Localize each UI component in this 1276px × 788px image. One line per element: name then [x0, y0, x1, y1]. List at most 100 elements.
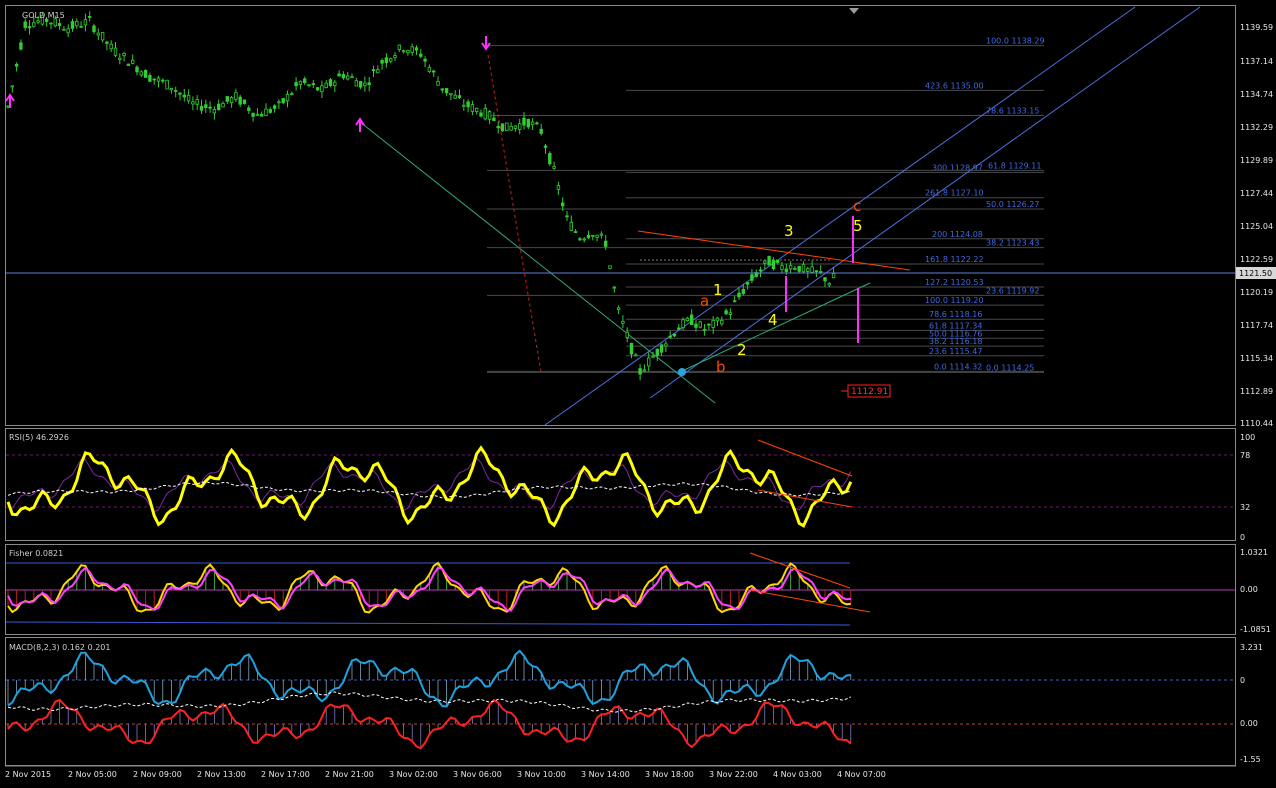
candle: [599, 233, 604, 236]
fib-label: 38.2 1116.18: [929, 337, 982, 346]
candle: [315, 87, 320, 91]
candle: [543, 145, 548, 148]
candle: [19, 42, 23, 50]
candle: [578, 238, 582, 241]
candle: [199, 105, 204, 111]
macd-label: MACD(8,2,3) 0.162 0.201: [9, 643, 110, 652]
candle: [621, 320, 625, 324]
price-tick: 1129.89: [1240, 156, 1273, 165]
wave-label-2: 2: [737, 341, 747, 359]
candle: [788, 265, 793, 270]
candle: [457, 95, 462, 98]
candle: [221, 102, 225, 108]
fisher-tick: 0.00: [1240, 585, 1258, 594]
candle: [350, 76, 354, 79]
macd-tick: 0: [1240, 676, 1245, 685]
candle: [212, 109, 217, 114]
candle: [737, 292, 741, 298]
candle: [797, 265, 801, 272]
candle: [328, 79, 333, 86]
candle: [195, 99, 199, 105]
candle: [707, 323, 711, 326]
candle: [242, 99, 247, 104]
candle: [130, 59, 135, 64]
main-price-panel[interactable]: [5, 5, 1236, 426]
trading-chart[interactable]: 100.0 1138.29423.6 1135.0078.6 1133.1530…: [0, 0, 1276, 788]
macd-panel[interactable]: [5, 637, 1236, 766]
candle: [70, 21, 75, 29]
candle: [776, 259, 780, 263]
price-tick: 1134.74: [1240, 90, 1273, 99]
candle: [595, 234, 599, 238]
candle: [548, 153, 552, 165]
wave-label-1: 1: [713, 281, 723, 299]
candle: [247, 107, 251, 111]
low-marker: [678, 368, 686, 376]
fib-label: 423.6 1135.00: [925, 81, 984, 90]
candle: [118, 57, 122, 60]
candle: [552, 166, 556, 169]
candle: [625, 331, 629, 338]
candle: [178, 92, 182, 95]
price-tick: 1120.19: [1240, 288, 1273, 297]
price-tick: 1122.59: [1240, 255, 1273, 264]
wave-label-a: a: [700, 292, 709, 310]
candle: [604, 240, 608, 247]
wave-label-c: c: [853, 197, 861, 215]
candle: [715, 317, 720, 322]
time-tick: 2 Nov 21:00: [325, 770, 374, 779]
candle: [690, 314, 694, 325]
candle: [801, 263, 806, 273]
candle: [105, 41, 109, 44]
time-tick: 2 Nov 05:00: [68, 770, 117, 779]
fib-label: 23.6 1119.92: [986, 286, 1039, 295]
fib-label: 50.0 1126.27: [986, 200, 1039, 209]
candle: [358, 81, 363, 88]
candle: [629, 342, 634, 355]
candle: [290, 93, 294, 96]
candle: [27, 26, 32, 29]
fisher-label: Fisher 0.0821: [9, 549, 63, 558]
time-tick: 3 Nov 06:00: [453, 770, 502, 779]
candle: [62, 28, 66, 31]
candle: [264, 108, 268, 117]
candle: [819, 271, 823, 273]
candle: [152, 78, 156, 81]
candle: [113, 47, 118, 56]
candle: [298, 80, 303, 86]
candle: [462, 104, 466, 107]
candle: [638, 368, 642, 375]
price-tick: 1112.89: [1240, 387, 1273, 396]
price-tick: 1110.44: [1240, 419, 1273, 428]
fib-label: 78.6 1133.15: [986, 107, 1039, 116]
candle: [677, 327, 681, 330]
candle: [505, 122, 509, 132]
candle: [651, 355, 655, 358]
candle: [565, 215, 569, 218]
time-tick: 4 Nov 07:00: [837, 770, 886, 779]
candle: [88, 16, 92, 18]
candle: [307, 84, 311, 87]
symbol-label: GOLD,M15: [22, 11, 65, 20]
candle: [75, 21, 79, 27]
fib-label: 0.0 1114.25: [986, 363, 1034, 372]
price-tick: 1132.29: [1240, 123, 1273, 132]
candle: [79, 25, 83, 28]
fisher-tick: -1.0851: [1240, 625, 1271, 634]
candle: [474, 107, 479, 112]
price-tick: 1117.74: [1240, 321, 1273, 330]
fib-label: 200 1124.08: [932, 230, 983, 239]
candle: [367, 82, 371, 85]
candle: [608, 265, 612, 269]
candle: [191, 101, 195, 105]
macd-tick: 3.231: [1240, 643, 1263, 652]
candle: [733, 300, 737, 303]
candle: [582, 238, 586, 241]
candle: [380, 60, 384, 64]
candle: [10, 85, 14, 88]
candle: [530, 121, 535, 126]
candle: [100, 32, 105, 41]
time-tick: 4 Nov 03:00: [773, 770, 822, 779]
rsi-panel[interactable]: [5, 428, 1236, 541]
candle: [234, 92, 238, 100]
